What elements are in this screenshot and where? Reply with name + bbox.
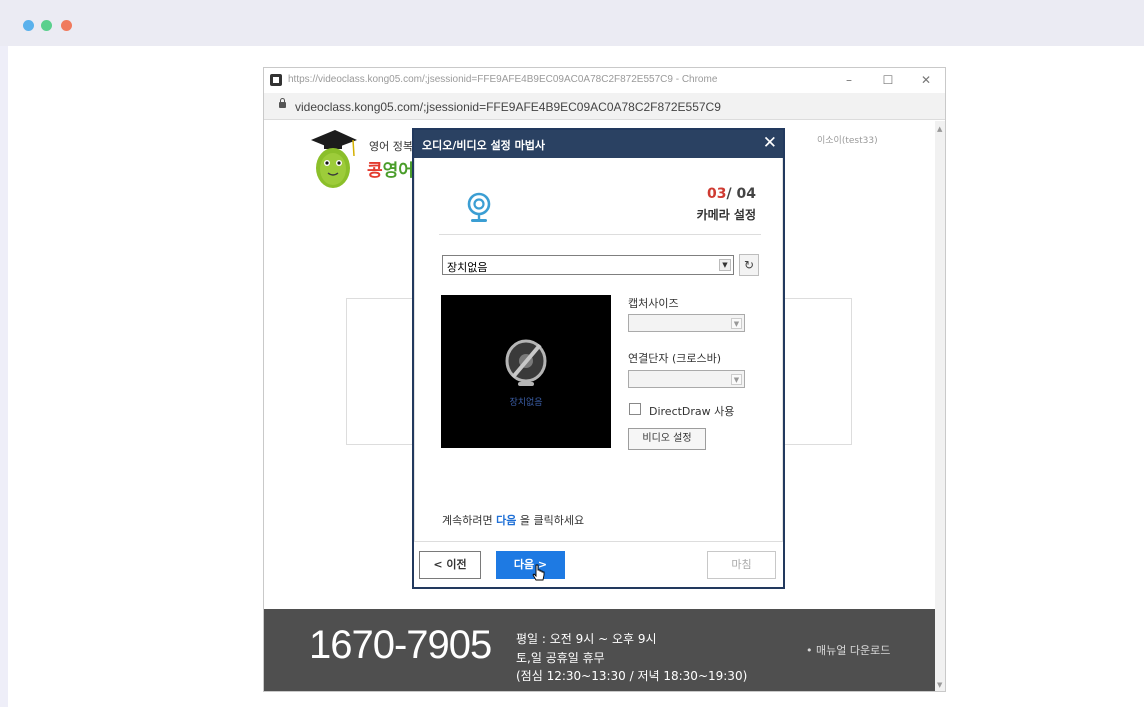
hours-weekend: 토,일 공휴일 휴무 xyxy=(516,651,605,665)
hours-weekday: 평일 : 오전 9시 ~ 오후 9시 xyxy=(516,632,657,646)
no-device-label: 장치없음 xyxy=(509,398,543,408)
chrome-titlebar: https://videoclass.kong05.com/;jsessioni… xyxy=(264,68,945,93)
chrome-popup-window: https://videoclass.kong05.com/;jsessioni… xyxy=(263,67,946,692)
capture-size-select[interactable]: ▼ xyxy=(628,314,745,332)
address-bar[interactable]: videoclass.kong05.com/;jsessionid=FFE9AF… xyxy=(264,93,945,120)
cursor-icon xyxy=(532,564,545,581)
outer-titlebar xyxy=(0,0,1144,46)
hint-prefix: 계속하려면 xyxy=(442,514,493,527)
chevron-down-icon[interactable]: ▼ xyxy=(719,259,731,271)
favicon-icon xyxy=(270,74,282,86)
manual-download-link[interactable]: • 매뉴얼 다운로드 xyxy=(806,642,890,658)
no-device-icon xyxy=(505,339,547,386)
webcam-icon xyxy=(467,192,491,222)
dialog-close-button[interactable]: ✕ xyxy=(763,132,777,154)
directdraw-checkbox[interactable] xyxy=(629,403,641,415)
dialog-titlebar: 오디오/비디오 설정 마법사 ✕ xyxy=(414,130,783,158)
address-url[interactable]: videoclass.kong05.com/;jsessionid=FFE9AF… xyxy=(295,100,721,114)
refresh-button[interactable]: ↻ xyxy=(739,254,759,276)
connector-label: 연결단자 (크로스바) xyxy=(628,352,722,365)
dialog-footer: < 이전 다음 > 마침 xyxy=(414,541,783,587)
capture-size-label: 캡처사이즈 xyxy=(628,297,679,310)
next-button[interactable]: 다음 > xyxy=(496,551,565,579)
hours-break: (점심 12:30~13:30 / 저녁 18:30~19:30) xyxy=(516,669,748,683)
camera-preview: 장치없음 xyxy=(441,295,611,448)
step-current: 03 xyxy=(707,186,727,202)
hint-accent: 다음 xyxy=(496,514,517,527)
user-name: 이소이(test33) xyxy=(817,136,878,146)
step-total: / 04 xyxy=(726,186,756,202)
step-title: 카메라 설정 xyxy=(696,208,756,222)
hint-suffix: 을 클릭하세요 xyxy=(519,514,585,527)
window-dot-green[interactable] xyxy=(41,20,52,31)
video-settings-button[interactable]: 비디오 설정 xyxy=(628,428,706,450)
continue-hint: 계속하려면 다음 을 클릭하세요 xyxy=(442,512,584,528)
maximize-button[interactable]: ☐ xyxy=(876,71,900,89)
mascot-icon xyxy=(311,130,357,188)
dialog-title: 오디오/비디오 설정 마법사 xyxy=(422,139,545,152)
chrome-window-title: https://videoclass.kong05.com/;jsessioni… xyxy=(288,74,718,85)
close-window-button[interactable]: ✕ xyxy=(914,71,938,89)
logo-title-rest: 영어 xyxy=(382,161,414,181)
footer: 1670-7905 평일 : 오전 9시 ~ 오후 9시 토,일 공휴일 휴무 … xyxy=(264,609,935,691)
minimize-button[interactable]: – xyxy=(837,71,861,89)
logo-subtitle: 영어 정복 xyxy=(369,140,413,153)
phone-number: 1670-7905 xyxy=(309,623,492,667)
camera-device-select[interactable]: 장치없음 ▼ xyxy=(442,255,734,275)
vertical-scrollbar[interactable]: ▲ ▼ xyxy=(935,121,945,691)
logo-title-first: 콩 xyxy=(367,161,383,181)
chevron-down-icon[interactable]: ▼ xyxy=(731,374,742,385)
divider xyxy=(439,234,761,235)
prev-button[interactable]: < 이전 xyxy=(419,551,481,579)
finish-button[interactable]: 마침 xyxy=(707,551,776,579)
lock-icon xyxy=(279,98,286,108)
connector-select[interactable]: ▼ xyxy=(628,370,745,388)
scroll-down-icon[interactable]: ▼ xyxy=(937,681,942,689)
window-dot-red[interactable] xyxy=(61,20,72,31)
chevron-down-icon[interactable]: ▼ xyxy=(731,318,742,329)
window-dot-blue[interactable] xyxy=(23,20,34,31)
directdraw-label: DirectDraw 사용 xyxy=(649,405,735,418)
scroll-up-icon[interactable]: ▲ xyxy=(937,125,942,133)
step-indicator: 03/ 04 xyxy=(707,186,756,202)
dialog-body: 03/ 04 카메라 설정 장치없음 ▼ ↻ 장치없음 캡처사이즈 ▼ 연결단자… xyxy=(414,158,783,541)
logo-title[interactable]: 콩영어 xyxy=(367,156,414,181)
av-setup-wizard-dialog: 오디오/비디오 설정 마법사 ✕ 03/ 04 카메라 설정 장치없음 ▼ ↻ xyxy=(412,128,785,589)
refresh-icon: ↻ xyxy=(743,258,755,272)
camera-device-value: 장치없음 xyxy=(447,261,488,274)
